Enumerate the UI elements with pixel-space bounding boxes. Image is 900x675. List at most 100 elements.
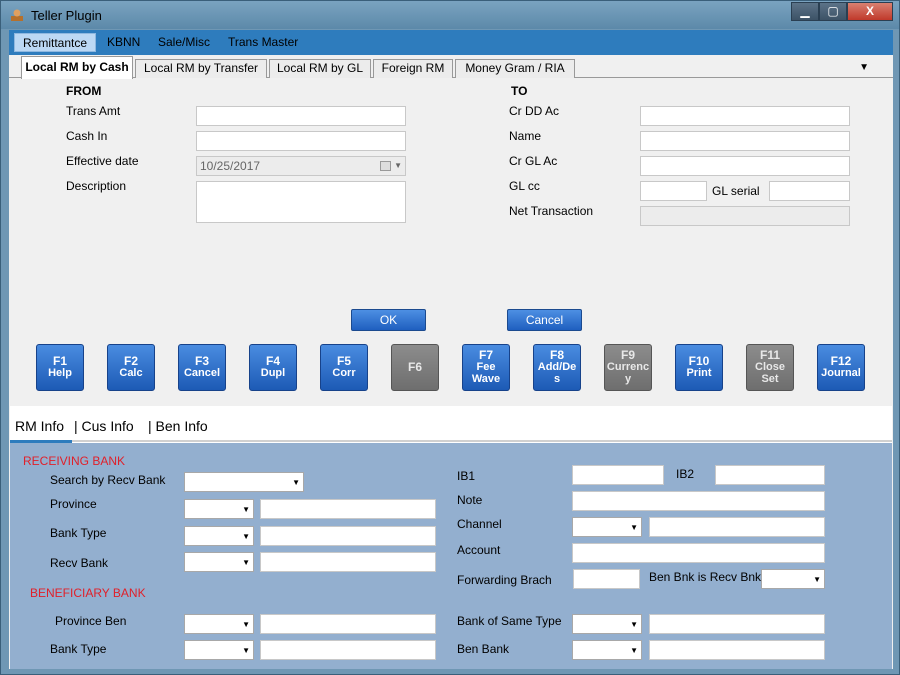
account-input[interactable] [572, 543, 825, 563]
province-ben-label: Province Ben [55, 614, 127, 628]
f3-cancel-button[interactable]: F3 Cancel [178, 344, 226, 391]
f9-currency-button[interactable]: F9 Currenc y [604, 344, 652, 391]
cr-gl-ac-input[interactable] [640, 156, 850, 176]
search-recv-bank-select[interactable]: ▼ [184, 472, 304, 492]
tab-cus-info[interactable]: | Cus Info [74, 418, 134, 434]
tab-ben-info[interactable]: | Ben Info [148, 418, 208, 434]
maximize-button[interactable]: ▢ [819, 2, 847, 21]
ben-bank-type-input[interactable] [260, 640, 436, 660]
cancel-button[interactable]: Cancel [507, 309, 582, 331]
ben-bank-input[interactable] [649, 640, 825, 660]
menu-bar: Remittantce KBNN Sale/Misc Trans Master [9, 30, 893, 55]
bank-type-input[interactable] [260, 526, 436, 546]
f7-fee-wave-button[interactable]: F7 Fee Wave [462, 344, 510, 391]
fkey-label: Currenc y [606, 361, 650, 385]
chevron-down-icon: ▼ [242, 505, 250, 514]
bank-type-select[interactable]: ▼ [184, 526, 254, 546]
fkey-label: Help [48, 367, 72, 379]
menu-kbnn[interactable]: KBNN [99, 33, 148, 52]
ben-bank-select[interactable]: ▼ [572, 640, 642, 660]
net-transaction-label: Net Transaction [509, 204, 594, 218]
fkey-label: Corr [332, 367, 356, 379]
calendar-icon[interactable] [380, 161, 391, 171]
chevron-down-icon: ▼ [630, 646, 638, 655]
gl-cc-label: GL cc [509, 179, 540, 193]
ib1-label: IB1 [457, 469, 476, 483]
province-select[interactable]: ▼ [184, 499, 254, 519]
forwarding-brach-input[interactable] [573, 569, 640, 589]
teller-app-icon [11, 9, 23, 21]
chevron-down-icon: ▼ [630, 523, 638, 532]
tab-rm-info[interactable]: RM Info [15, 418, 64, 434]
ben-bnk-is-recv-bnk-label: Ben Bnk is Recv Bnk [649, 570, 762, 584]
trans-amt-input[interactable] [196, 106, 406, 126]
province-ben-input[interactable] [260, 614, 436, 634]
effective-date-picker[interactable]: 10/25/2017 ▼ [196, 156, 406, 176]
effective-date-label: Effective date [66, 154, 139, 168]
fkey-name: F10 [688, 354, 710, 368]
tab-local-rm-by-transfer[interactable]: Local RM by Transfer [135, 59, 267, 78]
fkey-label: Add/De s [537, 361, 577, 385]
f2-calc-button[interactable]: F2 Calc [107, 344, 155, 391]
fkey-name: F5 [336, 354, 351, 368]
f6-button[interactable]: F6 [391, 344, 439, 391]
channel-select[interactable]: ▼ [572, 517, 642, 537]
minimize-button[interactable]: ▁ [791, 2, 819, 21]
rm-info-panel: RECEIVING BANK Search by Recv Bank ▼ Pro… [10, 443, 892, 669]
f10-print-button[interactable]: F10 Print [675, 344, 723, 391]
cr-dd-ac-input[interactable] [640, 106, 850, 126]
fkey-label: Fee Wave [471, 361, 501, 385]
tab-money-gram-ria[interactable]: Money Gram / RIA [455, 59, 575, 78]
title-bar[interactable]: Teller Plugin ▁ ▢ X [1, 1, 899, 29]
name-input[interactable] [640, 131, 850, 151]
bank-type-label: Bank Type [50, 526, 107, 540]
note-input[interactable] [572, 491, 825, 511]
close-button[interactable]: X [847, 2, 893, 21]
f11-close-set-button[interactable]: F11 Close Set [746, 344, 794, 391]
fkey-label: Cancel [183, 367, 221, 379]
description-textarea[interactable] [196, 181, 406, 223]
tab-overflow-dropdown-icon[interactable]: ▼ [859, 62, 869, 73]
f1-help-button[interactable]: F1 Help [36, 344, 84, 391]
f12-journal-button[interactable]: F12 Journal [817, 344, 865, 391]
net-transaction-field [640, 206, 850, 226]
tab-foreign-rm[interactable]: Foreign RM [373, 59, 453, 78]
chevron-down-icon: ▼ [292, 478, 300, 487]
menu-remittance[interactable]: Remittantce [14, 33, 97, 52]
ib1-input[interactable] [572, 465, 664, 485]
menu-sale-misc[interactable]: Sale/Misc [150, 33, 218, 52]
chevron-down-icon[interactable]: ▼ [394, 161, 402, 170]
f4-dupl-button[interactable]: F4 Dupl [249, 344, 297, 391]
cash-in-label: Cash In [66, 129, 108, 143]
menu-trans-master[interactable]: Trans Master [220, 33, 306, 52]
tab-local-rm-by-cash[interactable]: Local RM by Cash [21, 56, 133, 79]
bank-of-same-type-input[interactable] [649, 614, 825, 634]
ok-button[interactable]: OK [351, 309, 426, 331]
client-area: Remittantce KBNN Sale/Misc Trans Master … [9, 30, 893, 669]
fkey-label: Calc [119, 367, 143, 379]
ben-bank-type-select[interactable]: ▼ [184, 640, 254, 660]
channel-input[interactable] [649, 517, 825, 537]
province-input[interactable] [260, 499, 436, 519]
name-label: Name [509, 129, 542, 143]
bank-of-same-type-select[interactable]: ▼ [572, 614, 642, 634]
gl-serial-input[interactable] [769, 181, 850, 201]
recv-bank-input[interactable] [260, 552, 436, 572]
ib2-input[interactable] [715, 465, 825, 485]
cr-gl-ac-label: Cr GL Ac [509, 154, 558, 168]
tab-strip: Local RM by Cash Local RM by Transfer Lo… [9, 56, 893, 79]
gl-cc-input[interactable] [640, 181, 707, 201]
tab-local-rm-by-gl[interactable]: Local RM by GL [269, 59, 371, 78]
forwarding-brach-label: Forwarding Brach [457, 573, 552, 587]
ben-bnk-is-recv-bnk-select[interactable]: ▼ [761, 569, 825, 589]
f5-corr-button[interactable]: F5 Corr [320, 344, 368, 391]
fkey-name: F11 [759, 348, 780, 362]
fkey-label: Dupl [260, 367, 286, 379]
recv-bank-select[interactable]: ▼ [184, 552, 254, 572]
fkey-label: Print [686, 367, 712, 379]
province-ben-select[interactable]: ▼ [184, 614, 254, 634]
channel-label: Channel [457, 517, 502, 531]
cash-in-input[interactable] [196, 131, 406, 151]
f8-add-des-button[interactable]: F8 Add/De s [533, 344, 581, 391]
info-tab-bar: RM Info | Cus Info | Ben Info [10, 406, 892, 443]
